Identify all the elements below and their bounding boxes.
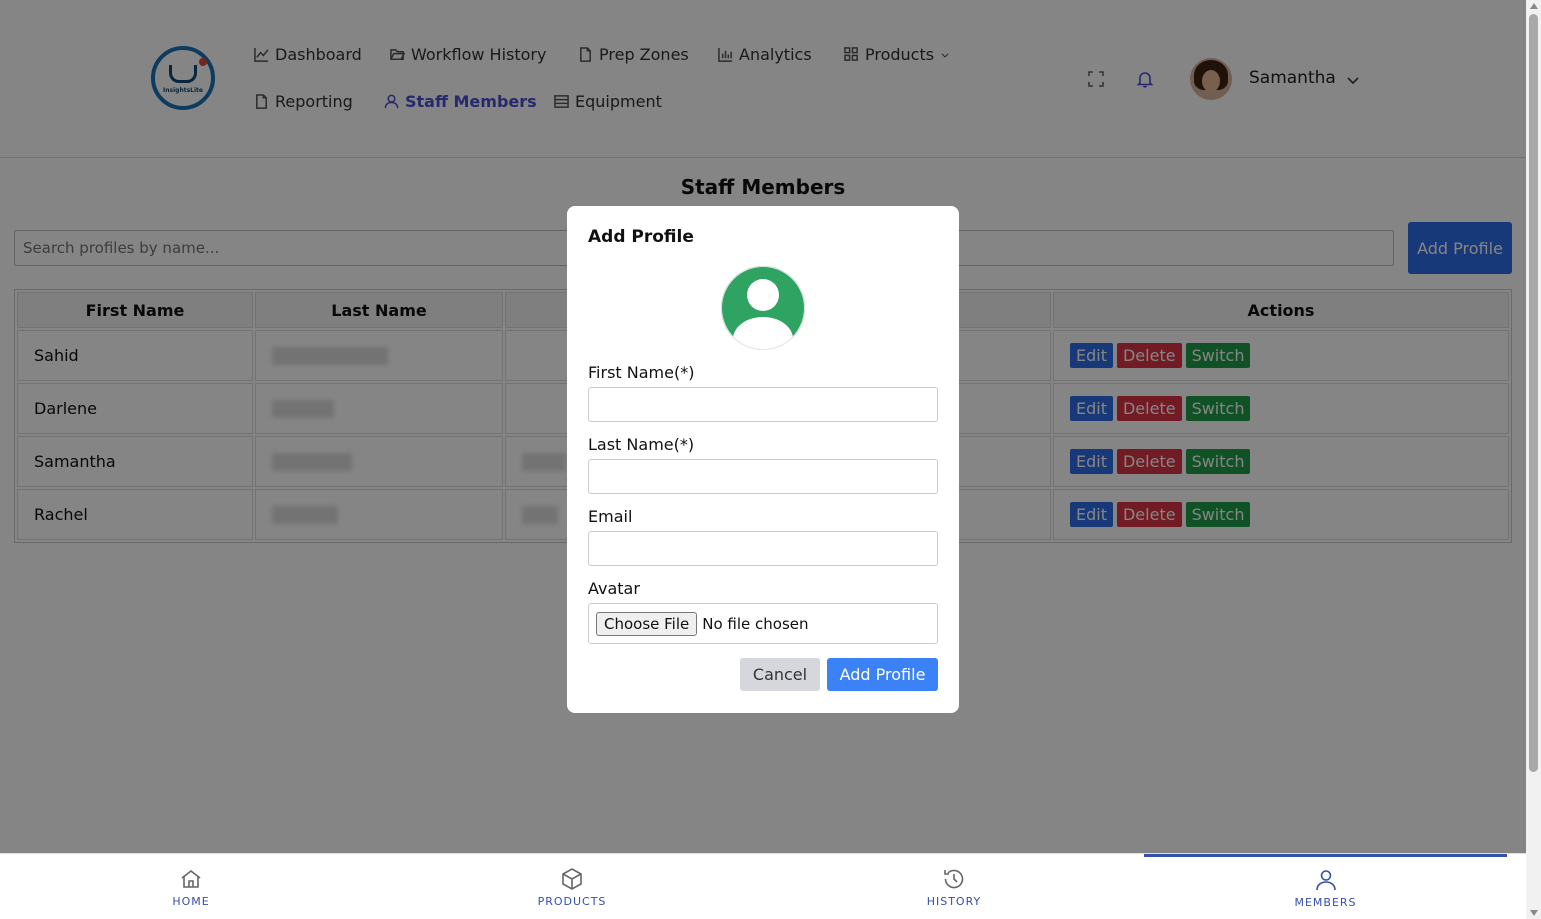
scroll-down-arrow[interactable] [1530,910,1538,916]
scroll-up-arrow[interactable] [1530,3,1538,9]
last-name-field[interactable] [588,459,938,494]
default-avatar-icon [721,266,805,350]
bottom-nav-label: PRODUCTS [537,894,607,908]
avatar-file-input[interactable]: Choose File No file chosen [588,603,938,644]
add-profile-modal: Add Profile First Name(*) Last Name(*) E… [567,206,959,713]
bottom-nav-history[interactable]: HISTORY [763,854,1145,919]
avatar-label: Avatar [588,579,640,598]
scrollbar-thumb[interactable] [1529,14,1538,772]
history-icon [944,869,964,888]
first-name-field[interactable] [588,387,938,422]
cancel-button[interactable]: Cancel [740,658,820,691]
bottom-nav-products[interactable]: PRODUCTS [381,854,763,919]
bottom-nav-label: MEMBERS [1294,896,1357,909]
modal-title: Add Profile [588,227,694,247]
bottom-navigation: HOME PRODUCTS HISTORY MEMBERS [0,853,1526,919]
vertical-scrollbar[interactable] [1526,0,1541,919]
submit-add-profile-button[interactable]: Add Profile [827,658,938,691]
avatar-ring [721,266,805,350]
page: InsightsLite Dashboard Workflow History … [0,0,1526,919]
box-icon [562,867,582,890]
bottom-nav-label: HISTORY [926,894,982,908]
last-name-label: Last Name(*) [588,435,695,454]
file-status: No file chosen [702,614,809,633]
user-icon [1315,870,1336,891]
email-field[interactable] [588,531,938,566]
bottom-nav-label: HOME [172,894,210,908]
home-icon [181,869,201,888]
first-name-label: First Name(*) [588,363,695,382]
bottom-nav-home[interactable]: HOME [0,854,382,919]
email-label: Email [588,507,633,526]
choose-file-button[interactable]: Choose File [596,611,698,636]
bottom-nav-members[interactable]: MEMBERS [1144,854,1507,919]
